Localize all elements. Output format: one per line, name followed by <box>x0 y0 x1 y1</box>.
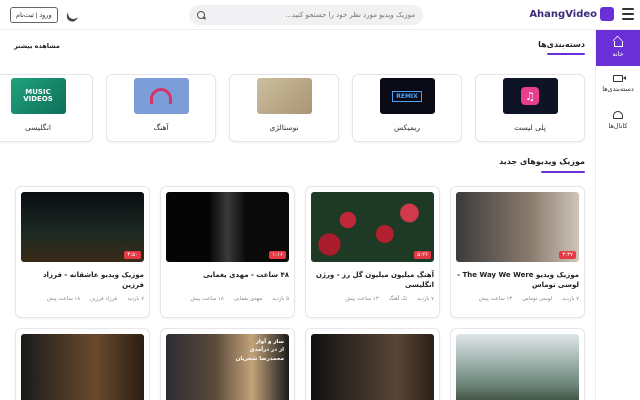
categories-title: دسته‌بندی‌ها <box>538 40 585 49</box>
home-icon <box>613 41 623 47</box>
video-card[interactable]: ۵:۲۶ آهنگ میلیون میلیون گل رز - ورژن انگ… <box>305 186 440 318</box>
video-meta: ۷ بازدید لوسی توماس ۱۳ ساعت پیش <box>456 296 579 302</box>
channels-icon <box>613 110 623 119</box>
category-card-song[interactable]: آهنگ <box>106 74 216 142</box>
category-label: ریمیکس <box>393 123 420 132</box>
artist-name[interactable]: فرزاد فرزین <box>90 296 117 302</box>
view-count: ۵ بازدید <box>272 296 289 302</box>
artist-name[interactable]: تک آهنگ <box>389 296 408 302</box>
sidebar-item-home[interactable]: خانه <box>596 30 640 66</box>
sidebar-item-label: دسته‌بندی‌ها <box>602 85 634 93</box>
video-thumbnail[interactable]: ۵:۲۶ <box>311 192 434 262</box>
view-count: ۷ بازدید <box>417 296 434 302</box>
top-header: AhangVideo ورود | ثبت‌نام <box>0 0 640 30</box>
video-icon <box>613 75 623 82</box>
video-thumbnail[interactable]: ۳:۵۰ <box>21 192 144 262</box>
video-thumbnail[interactable]: ۳:۳۷ <box>456 192 579 262</box>
thumbnail-caption: ساز و آواز از در درآمدی محمدرضا شجریان <box>235 339 284 362</box>
remix-logo-text: REMIX <box>392 90 422 102</box>
headphones-icon <box>150 88 172 104</box>
video-title[interactable]: آهنگ میلیون میلیون گل رز - ورژن انگلیسی <box>311 270 434 290</box>
logo-text: AhangVideo <box>529 8 597 20</box>
view-count: ۷ بازدید <box>127 296 144 302</box>
upload-time: ۱۸ ساعت پیش <box>190 296 224 302</box>
video-card[interactable]: ساز و آواز از در درآمدی محمدرضا شجریان <box>160 328 295 400</box>
duration-badge: ۱:۱۶ <box>269 251 286 259</box>
video-list: ۳:۳۷ موزیک ویدیو The Way We Were - لوسی … <box>15 186 585 318</box>
duration-badge: ۳:۳۷ <box>559 251 576 259</box>
category-card-english[interactable]: MUSIC VIDEOS انگلیسی <box>0 74 93 142</box>
hamburger-menu-icon[interactable] <box>622 8 634 20</box>
video-thumbnail[interactable]: ۱:۱۶ <box>166 192 289 262</box>
category-label: پلی لیست <box>514 123 546 132</box>
category-card-playlist[interactable]: ♫ پلی لیست <box>475 74 585 142</box>
video-thumbnail[interactable]: ساز و آواز از در درآمدی محمدرضا شجریان <box>166 334 289 400</box>
search-bar <box>189 5 423 25</box>
video-thumbnail[interactable] <box>456 334 579 400</box>
video-thumbnail[interactable] <box>311 334 434 400</box>
video-title[interactable]: ۴۸ ساعت - مهدی یغمایی <box>166 270 289 290</box>
upload-time: ۱۳ ساعت پیش <box>478 296 513 302</box>
category-thumbnail: REMIX <box>379 78 435 114</box>
category-label: نوستالژی <box>269 123 299 132</box>
video-title[interactable]: موزیک ویدیو عاشقانه - فرزاد فرزین <box>21 270 144 290</box>
category-label: آهنگ <box>153 123 169 132</box>
upload-time: ۱۳ ساعت پیش <box>345 296 379 302</box>
video-list-row-2: ساز و آواز از در درآمدی محمدرضا شجریان <box>15 328 585 400</box>
category-list: ♫ پلی لیست REMIX ریمیکس نوستالژی آهنگ MU… <box>0 74 585 142</box>
music-videos-logo-text: MUSIC VIDEOS <box>23 87 53 103</box>
duration-badge: ۳:۵۰ <box>124 251 141 259</box>
category-thumbnail: MUSIC VIDEOS <box>10 78 66 114</box>
video-card[interactable] <box>15 328 150 400</box>
music-note-icon: ♫ <box>521 87 539 105</box>
video-meta: ۵ بازدید مهدی یغمایی ۱۸ ساعت پیش <box>166 296 289 302</box>
duration-badge: ۵:۲۶ <box>414 251 431 259</box>
see-more-link[interactable]: مشاهده بیشتر <box>14 42 60 50</box>
search-icon[interactable] <box>197 10 206 20</box>
video-card[interactable] <box>305 328 440 400</box>
site-logo[interactable]: AhangVideo <box>529 7 614 21</box>
search-input[interactable] <box>212 11 415 19</box>
logo-mark-icon <box>600 7 614 21</box>
new-videos-title: موزیک ویدیوهای جدید <box>499 157 585 166</box>
video-thumbnail[interactable] <box>21 334 144 400</box>
sidebar-item-label: خانه <box>612 50 624 58</box>
sidebar-item-categories[interactable]: دسته‌بندی‌ها <box>596 66 640 102</box>
category-thumbnail <box>256 78 312 114</box>
video-card[interactable]: ۳:۳۷ موزیک ویدیو The Way We Were - لوسی … <box>450 186 585 318</box>
video-card[interactable]: ۳:۵۰ موزیک ویدیو عاشقانه - فرزاد فرزین ۷… <box>15 186 150 318</box>
video-title[interactable]: موزیک ویدیو The Way We Were - لوسی توماس <box>456 270 579 290</box>
artist-name[interactable]: لوسی توماس <box>522 296 552 302</box>
category-card-nostalgia[interactable]: نوستالژی <box>229 74 339 142</box>
login-register-button[interactable]: ورود | ثبت‌نام <box>10 7 58 23</box>
video-card[interactable] <box>450 328 585 400</box>
sidebar: خانه دسته‌بندی‌ها کانال‌ها <box>595 30 640 400</box>
video-meta: ۷ بازدید فرزاد فرزین ۱۸ ساعت پیش <box>21 296 144 302</box>
category-label: انگلیسی <box>24 123 51 132</box>
category-thumbnail: ♫ <box>502 78 558 114</box>
categories-title-underline <box>547 53 585 55</box>
new-videos-title-underline <box>541 171 585 173</box>
dark-mode-toggle-icon[interactable] <box>66 6 80 20</box>
view-count: ۷ بازدید <box>562 296 579 302</box>
category-thumbnail <box>133 78 189 114</box>
category-card-remix[interactable]: REMIX ریمیکس <box>352 74 462 142</box>
upload-time: ۱۸ ساعت پیش <box>46 296 81 302</box>
sidebar-item-label: کانال‌ها <box>608 121 628 130</box>
video-meta: ۷ بازدید تک آهنگ ۱۳ ساعت پیش <box>311 296 434 302</box>
video-card[interactable]: ۱:۱۶ ۴۸ ساعت - مهدی یغمایی ۵ بازدید مهدی… <box>160 186 295 318</box>
sidebar-item-channels[interactable]: کانال‌ها <box>596 102 640 138</box>
artist-name[interactable]: مهدی یغمایی <box>234 296 262 302</box>
